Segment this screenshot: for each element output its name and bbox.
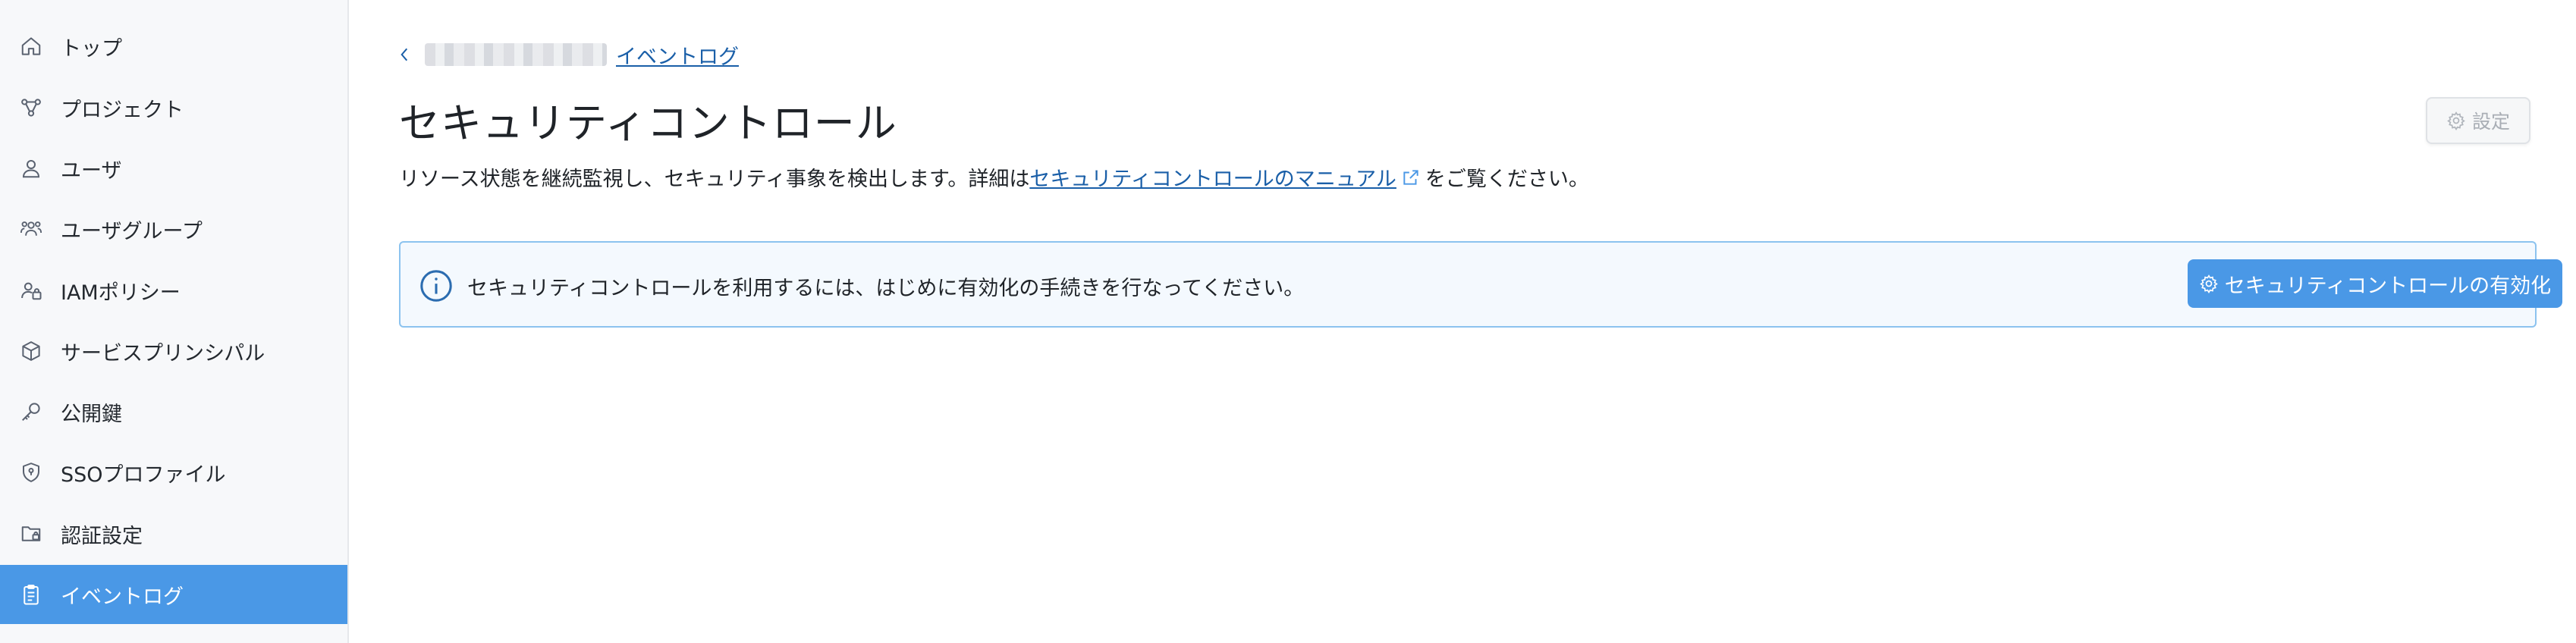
breadcrumb: イベントログ <box>399 39 739 70</box>
info-icon <box>419 268 454 303</box>
sidebar-item-label: トップ <box>61 36 122 61</box>
key-icon <box>20 400 42 423</box>
user-group-icon <box>20 218 42 240</box>
sidebar-item-service-principal[interactable]: サービスプリンシパル <box>0 322 347 381</box>
sidebar-item-label: サービスプリンシパル <box>61 341 265 365</box>
enable-security-control-button[interactable]: セキュリティコントロールの有効化 <box>2188 259 2562 308</box>
sidebar-item-public-key[interactable]: 公開鍵 <box>0 382 347 441</box>
shield-icon <box>20 461 42 484</box>
external-link-icon[interactable] <box>1401 168 1421 187</box>
user-icon <box>20 157 42 180</box>
sidebar-item-iam-policy[interactable]: IAMポリシー <box>0 261 347 320</box>
service-principal-icon <box>20 340 42 362</box>
banner-message: セキュリティコントロールを利用するには、はじめに有効化の手続きを行なってください… <box>467 277 1305 300</box>
sidebar-item-label: ユーザ <box>61 158 122 183</box>
settings-button[interactable]: 設定 <box>2426 97 2530 144</box>
sidebar: トップ プロジェクト ユーザ ユーザグループ IAMポリシー サービスプリンシパ… <box>0 0 349 643</box>
sidebar-item-user-group[interactable]: ユーザグループ <box>0 199 347 259</box>
project-icon <box>20 96 42 119</box>
description-prefix: リソース状態を継続監視し、セキュリティ事象を検出します。詳細は <box>399 168 1030 191</box>
home-icon <box>20 35 42 58</box>
iam-policy-icon <box>20 279 42 302</box>
settings-button-label: 設定 <box>2471 111 2510 133</box>
auth-settings-icon <box>20 522 42 545</box>
gear-icon <box>2199 274 2218 293</box>
sidebar-item-project[interactable]: プロジェクト <box>0 78 347 137</box>
sidebar-item-label: IAMポリシー <box>61 281 181 305</box>
sidebar-item-label: イベントログ <box>61 585 184 609</box>
sidebar-item-event-log[interactable]: イベントログ <box>0 565 347 624</box>
clipboard-icon <box>20 583 42 606</box>
sidebar-item-label: プロジェクト <box>61 98 184 122</box>
sidebar-item-label: 公開鍵 <box>61 402 122 426</box>
sidebar-item-label: ユーザグループ <box>61 219 203 243</box>
sidebar-item-sso-profile[interactable]: SSOプロファイル <box>0 443 347 502</box>
sidebar-item-top[interactable]: トップ <box>0 17 347 76</box>
main-content: イベントログ セキュリティコントロール 設定 リソース状態を継続監視し、セキュリ… <box>349 0 2576 643</box>
manual-link[interactable]: セキュリティコントロールのマニュアル <box>1029 162 1396 192</box>
breadcrumb-event-log-link[interactable]: イベントログ <box>616 40 739 70</box>
chevron-left-icon[interactable] <box>399 43 416 66</box>
page-description: リソース状態を継続監視し、セキュリティ事象を検出します。詳細は セキュリティコン… <box>399 162 1589 192</box>
description-suffix: をご覧ください。 <box>1425 168 1589 191</box>
info-banner: セキュリティコントロールを利用するには、はじめに有効化の手続きを行なってください… <box>399 241 2562 328</box>
gear-icon <box>2447 111 2465 130</box>
sidebar-item-label: SSOプロファイル <box>61 463 226 487</box>
sidebar-item-label: 認証設定 <box>61 524 143 548</box>
sidebar-item-user[interactable]: ユーザ <box>0 139 347 198</box>
sidebar-item-auth-settings[interactable]: 認証設定 <box>0 504 347 563</box>
blurred-account-name <box>425 43 607 66</box>
enable-button-label: セキュリティコントロールの有効化 <box>2224 274 2552 298</box>
page-title: セキュリティコントロール <box>399 99 897 147</box>
